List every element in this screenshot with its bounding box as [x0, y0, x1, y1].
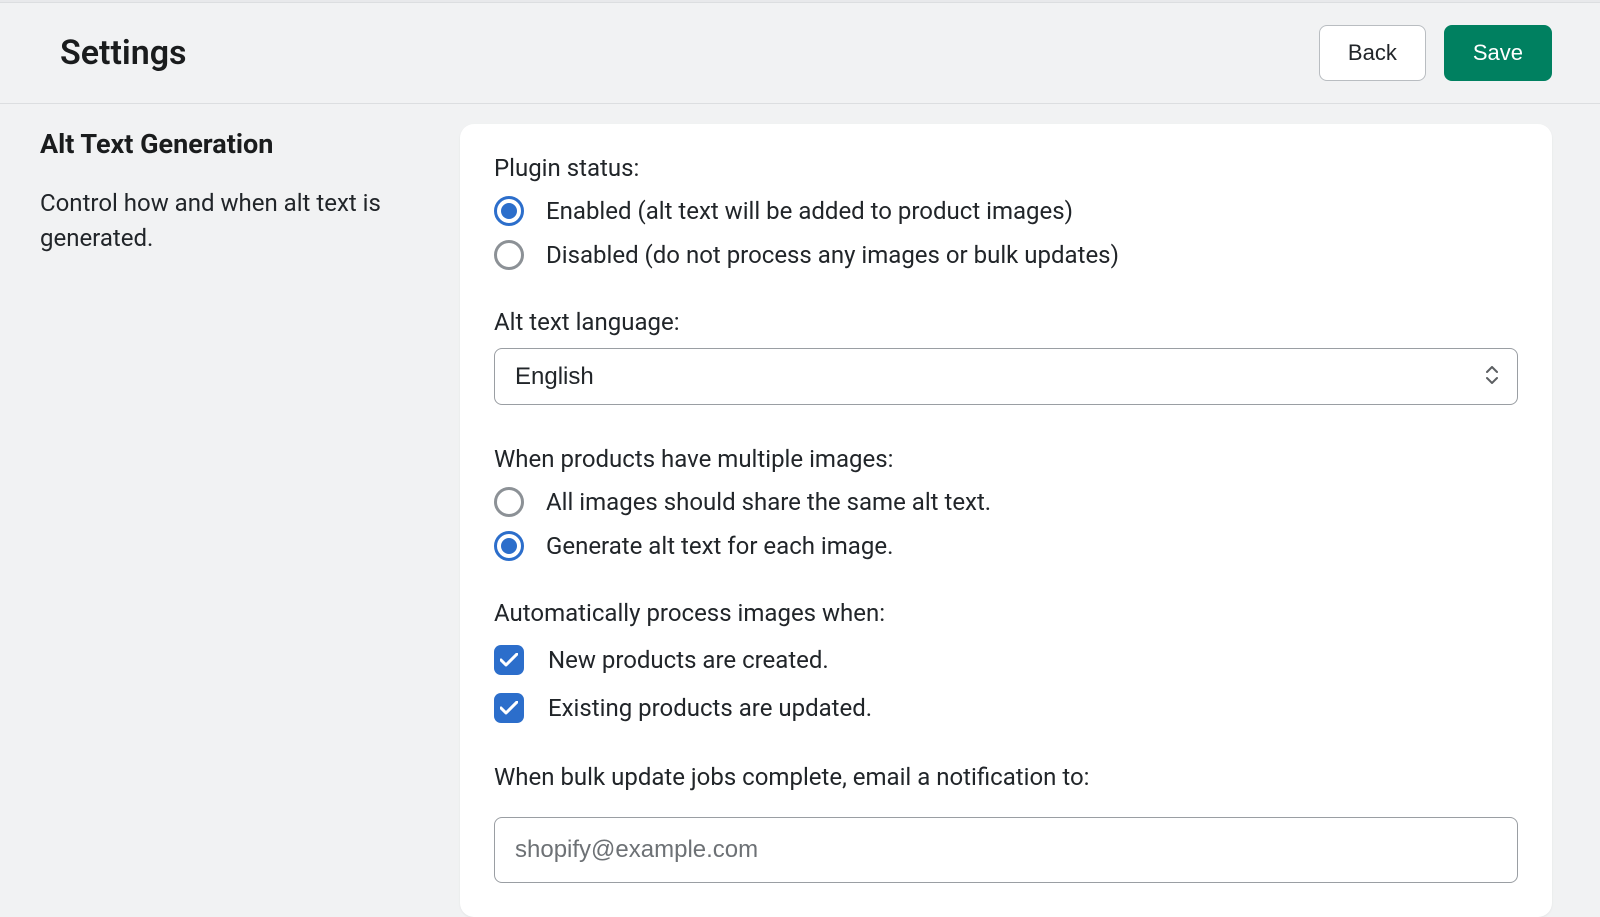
notification-email-input[interactable] [494, 817, 1518, 883]
auto-process-new-checkbox[interactable]: New products are created. [494, 645, 1518, 675]
checkbox-icon [494, 645, 524, 675]
settings-card: Plugin status: Enabled (alt text will be… [460, 124, 1552, 917]
page-title: Settings [60, 33, 187, 73]
multiple-images-each-radio[interactable]: Generate alt text for each image. [494, 531, 1518, 561]
language-select-wrapper: English [494, 348, 1518, 405]
radio-icon [494, 487, 524, 517]
radio-label: Disabled (do not process any images or b… [546, 241, 1119, 269]
section-description: Control how and when alt text is generat… [40, 186, 440, 256]
notification-label: When bulk update jobs complete, email a … [494, 763, 1518, 791]
header-buttons: Back Save [1319, 25, 1552, 81]
multiple-images-group: When products have multiple images: All … [494, 445, 1518, 561]
auto-process-label: Automatically process images when: [494, 599, 1518, 627]
multiple-images-share-radio[interactable]: All images should share the same alt tex… [494, 487, 1518, 517]
section-sidebar: Alt Text Generation Control how and when… [40, 124, 440, 917]
language-label: Alt text language: [494, 308, 1518, 336]
radio-icon [494, 240, 524, 270]
content-area: Alt Text Generation Control how and when… [0, 104, 1600, 917]
multiple-images-label: When products have multiple images: [494, 445, 1518, 473]
checkbox-label: New products are created. [548, 646, 829, 674]
auto-process-updated-checkbox[interactable]: Existing products are updated. [494, 693, 1518, 723]
checkbox-label: Existing products are updated. [548, 694, 872, 722]
auto-process-group: New products are created. Existing produ… [494, 645, 1518, 723]
radio-icon [494, 196, 524, 226]
radio-label: Generate alt text for each image. [546, 532, 893, 560]
language-select[interactable]: English [494, 348, 1518, 405]
radio-label: Enabled (alt text will be added to produ… [546, 197, 1073, 225]
checkbox-icon [494, 693, 524, 723]
section-heading: Alt Text Generation [40, 128, 440, 160]
plugin-status-label: Plugin status: [494, 154, 1518, 182]
save-button[interactable]: Save [1444, 25, 1552, 81]
plugin-status-group: Plugin status: Enabled (alt text will be… [494, 154, 1518, 270]
page-header: Settings Back Save [0, 3, 1600, 104]
radio-icon [494, 531, 524, 561]
radio-label: All images should share the same alt tex… [546, 488, 991, 516]
plugin-status-disabled-radio[interactable]: Disabled (do not process any images or b… [494, 240, 1518, 270]
plugin-status-enabled-radio[interactable]: Enabled (alt text will be added to produ… [494, 196, 1518, 226]
back-button[interactable]: Back [1319, 25, 1426, 81]
